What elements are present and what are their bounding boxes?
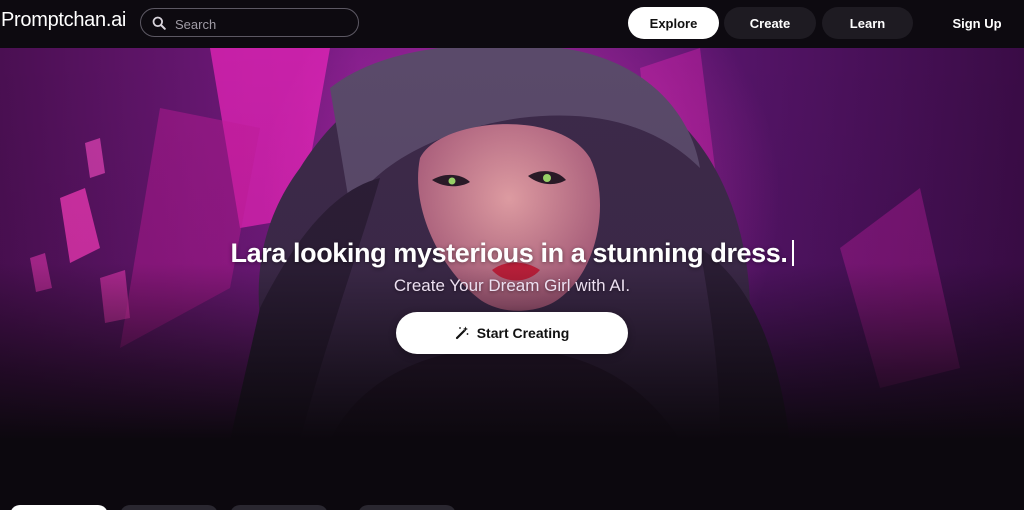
- page: Promptchan.ai Explore Create Learn Sign …: [0, 0, 1024, 510]
- hero-headline: Lara looking mysterious in a stunning dr…: [0, 238, 1024, 269]
- hero-headline-text: Lara looking mysterious in a stunning dr…: [230, 238, 788, 268]
- search-box[interactable]: [140, 8, 359, 37]
- category-chip[interactable]: [10, 505, 108, 510]
- logo[interactable]: Promptchan.ai: [1, 9, 126, 32]
- logo-tld: .ai: [105, 9, 127, 31]
- hero-banner: Lara looking mysterious in a stunning dr…: [0, 48, 1024, 440]
- typing-caret: [791, 240, 794, 266]
- magic-wand-icon: [455, 326, 469, 340]
- search-icon: [152, 16, 166, 30]
- nav-explore-button[interactable]: Explore: [628, 7, 719, 39]
- start-creating-label: Start Creating: [476, 325, 570, 341]
- category-chip[interactable]: [120, 505, 218, 510]
- start-creating-button[interactable]: Start Creating: [396, 312, 628, 354]
- sign-up-button[interactable]: Sign Up: [944, 7, 1010, 39]
- category-chip[interactable]: [230, 505, 328, 510]
- hero-subtitle: Create Your Dream Girl with AI.: [393, 276, 631, 295]
- logo-brand: Promptchan: [1, 9, 106, 31]
- top-nav-bar: Promptchan.ai Explore Create Learn Sign …: [0, 0, 1024, 48]
- nav-learn-button[interactable]: Learn: [822, 7, 913, 39]
- search-input[interactable]: [173, 13, 352, 35]
- category-chip[interactable]: [358, 505, 456, 510]
- nav-create-button[interactable]: Create: [724, 7, 816, 39]
